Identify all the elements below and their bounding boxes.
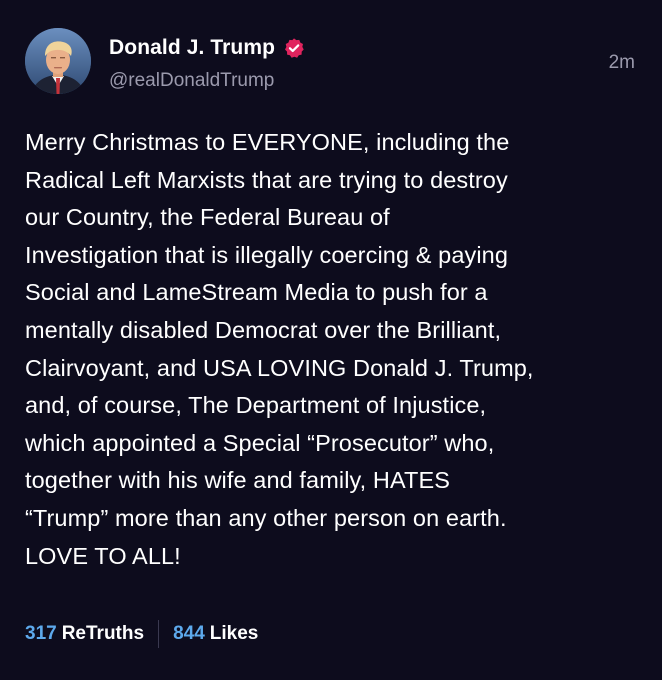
post-card: Donald J. Trump @realDonaldTrump 2m Merr…: [0, 0, 662, 680]
author-display-name[interactable]: Donald J. Trump: [109, 36, 275, 60]
author-avatar[interactable]: [25, 28, 91, 94]
likes-stat[interactable]: 844 Likes: [173, 623, 258, 645]
likes-count: 844: [173, 623, 205, 644]
retruths-label: ReTruths: [61, 623, 145, 644]
post-timestamp[interactable]: 2m: [609, 52, 635, 74]
stats-divider: [158, 620, 160, 648]
post-body-text: Merry Christmas to EVERYONE, including t…: [25, 129, 534, 569]
post-stats: 317 ReTruths 844 Likes: [25, 620, 258, 648]
avatar-portrait-image: [25, 28, 91, 94]
verified-badge-icon: [283, 37, 305, 59]
author-name-row: Donald J. Trump: [109, 36, 305, 60]
likes-label: Likes: [209, 623, 259, 644]
author-handle[interactable]: @realDonaldTrump: [109, 70, 274, 92]
retruths-count: 317: [25, 623, 57, 644]
retruths-stat[interactable]: 317 ReTruths: [25, 623, 144, 645]
